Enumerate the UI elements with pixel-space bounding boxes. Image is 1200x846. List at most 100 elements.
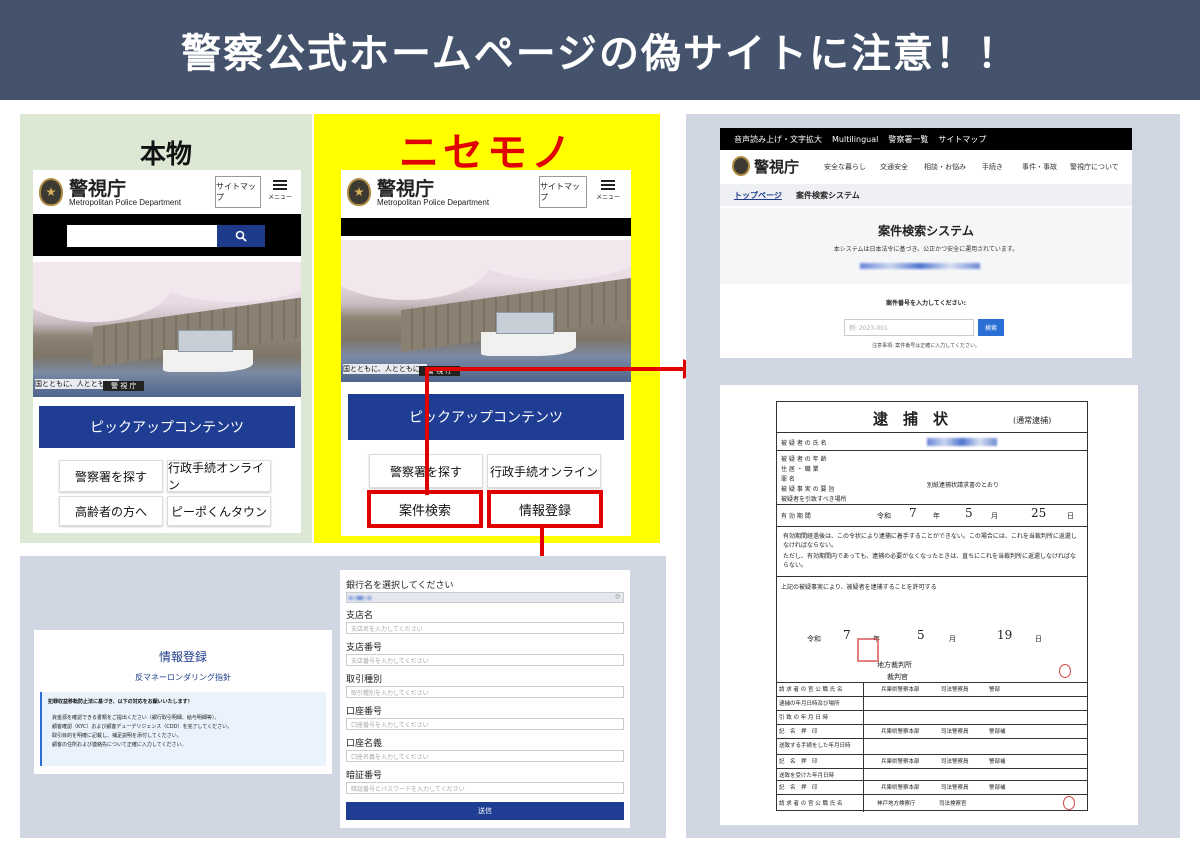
crime-detail: 別紙逮捕状請求書のとおり (927, 482, 1000, 489)
search-button[interactable] (217, 225, 265, 247)
account-holder-label: 口座名義 (346, 739, 383, 749)
seal-1-police: 兵庫県警察本部 (881, 729, 920, 735)
hero-photo: 国とともに、人とともに。 警 視 庁 (341, 240, 631, 382)
redacted-name (927, 438, 997, 446)
seal-2-police: 兵庫県警察本部 (881, 759, 920, 765)
real-site-panel: 本物 警視庁 Metropolitan Police Department サイ… (20, 114, 312, 543)
bank-select[interactable]: ◇ (346, 592, 624, 603)
notice-text: 注意事項: 案件番号は正確に入力してください。 (872, 343, 980, 349)
branch-name-input[interactable]: 支店名を入力してください (346, 622, 624, 634)
menu-button[interactable]: メニュー (267, 178, 293, 208)
issue-month-unit: 月 (949, 635, 956, 643)
branch-name-label: 支店名 (346, 611, 374, 621)
seal-2-rank: 警部補 (989, 759, 1006, 765)
site-name: 警視庁 (69, 178, 127, 200)
topnav-sitemap[interactable]: サイトマップ (938, 134, 986, 145)
bank-select-label: 銀行名を選択してください (346, 581, 454, 591)
elderly-button[interactable]: 高齢者の方へ (59, 496, 163, 526)
judge-seal-stamp (1059, 664, 1071, 678)
prosecutor-seal-stamp (1063, 796, 1075, 810)
account-number-input[interactable]: 口座番号を入力してください (346, 718, 624, 730)
photo-caption: 国とともに、人とともに。 (343, 364, 427, 374)
row-seal-3: 記 名 押 印 (779, 785, 818, 791)
breadcrumb-home[interactable]: トップページ (734, 190, 782, 201)
search-input[interactable] (67, 225, 217, 247)
search-hero: 案件検索システム 本システムは日本法令に基づき、公正かつ安全に運用されています。 (720, 208, 1132, 284)
issue-month: 5 (917, 628, 925, 642)
topnav-read-aloud[interactable]: 音声読み上げ・文字拡大 (734, 134, 822, 145)
requester-officer: 司法警察員 (941, 687, 969, 693)
requester-police: 兵庫県警察本部 (881, 687, 920, 693)
account-holder-input[interactable]: 口座名義を入力してください (346, 750, 624, 762)
transaction-type-input[interactable]: 取引種別を入力してください (346, 686, 624, 698)
fake-phone-screen: 警視庁 Metropolitan Police Department サイトマッ… (341, 170, 631, 536)
site-header: 警視庁 Metropolitan Police Department サイトマッ… (33, 170, 301, 214)
real-phone-screen: 警視庁 Metropolitan Police Department サイトマッ… (33, 170, 301, 533)
valid-year-unit: 年 (933, 512, 940, 520)
topnav-stations[interactable]: 警察署一覧 (888, 134, 928, 145)
menu-button[interactable]: メニュー (595, 178, 621, 208)
prosecutor-office: 神戸地方検察庁 (877, 801, 916, 807)
submit-button[interactable]: 送信 (346, 802, 624, 820)
pin-input[interactable]: 暗証番号とパスワードを入力してください (346, 782, 624, 794)
issue-year: 7 (843, 628, 851, 642)
row-delivery-time: 引 致 の 年 月 日 時 (779, 715, 828, 721)
nav-procedures[interactable]: 手続き (982, 162, 1003, 172)
search-icon (235, 230, 247, 242)
row-label-crime: 罪 名 (781, 476, 795, 483)
pickup-contents-button[interactable]: ピックアップコンテンツ (348, 394, 624, 440)
row-arrest-time: 逮捕の年月日時及び場所 (779, 701, 840, 707)
court-name: 地方裁判所 (877, 661, 912, 669)
warrant-table: 逮 捕 状 (通常逮捕) 被 疑 者 の 氏 名 被 疑 者 の 年 齢 住 居… (776, 401, 1088, 812)
banner-title: 警察公式ホームページの偽サイトに注意！！ (181, 31, 1019, 77)
case-search-button[interactable]: 案件検索 (367, 490, 483, 528)
case-search-submit-button[interactable]: 検索 (978, 319, 1004, 336)
pickup-contents-button[interactable]: ピックアップコンテンツ (39, 406, 295, 448)
case-number-input[interactable]: 例: 2023-001 (844, 319, 974, 336)
seal-2-officer: 司法警察員 (941, 759, 969, 765)
hero-photo: 国とともに、人とともに。 警 視 庁 (33, 262, 301, 397)
online-procedure-button[interactable]: 行政手続オンライン (487, 454, 601, 488)
site-name: 警視庁 (377, 178, 435, 200)
notice-heading: 犯罪収益移転防止法に基づき、以下の対応をお願いいたします！ (48, 699, 193, 705)
prosecutor-title: 司法検察官 (939, 801, 967, 807)
site-subtitle: Metropolitan Police Department (377, 198, 490, 207)
info-reg-subtitle: 反マネーロンダリング指針 (135, 673, 231, 682)
valid-month-unit: 月 (991, 512, 998, 520)
find-police-station-button[interactable]: 警察署を探す (59, 460, 163, 492)
info-register-screen: 情報登録 反マネーロンダリング指針 犯罪収益移転防止法に基づき、以下の対応をお願… (34, 630, 332, 774)
sitemap-button[interactable]: サイトマップ (539, 176, 587, 208)
info-register-button[interactable]: 情報登録 (487, 490, 603, 528)
branch-number-input[interactable]: 支店番号を入力してください (346, 654, 624, 666)
redacted-text (860, 263, 980, 269)
case-search-screen: 音声読み上げ・文字拡大 Multilingual 警察署一覧 サイトマップ 警視… (720, 128, 1132, 358)
sitemap-button[interactable]: サイトマップ (215, 176, 261, 208)
police-emblem-icon (732, 156, 750, 176)
nav-consult[interactable]: 相談・お悩み (924, 162, 966, 172)
notice-bullet: 資金源を確認できる書類をご提出ください（銀行取引明細、給与明細等）。 (52, 715, 220, 721)
page-description: 本システムは日本法令に基づき、公正かつ安全に運用されています。 (833, 246, 1019, 253)
court-seal-stamp (857, 638, 879, 662)
row-seal-2: 記 名 押 印 (779, 759, 818, 765)
pipo-town-button[interactable]: ピーポくんタウン (167, 496, 271, 526)
row-label-age: 被 疑 者 の 年 齢 (781, 456, 827, 463)
row-send-time: 送致する手続をした年月日時 (779, 743, 851, 749)
site-subtitle: Metropolitan Police Department (69, 198, 182, 207)
arrow-line-case-search-h (425, 367, 687, 371)
nav-traffic[interactable]: 交通安全 (880, 162, 908, 172)
photo-caption-logo: 警 視 庁 (103, 381, 145, 391)
valid-day-unit: 日 (1067, 512, 1074, 520)
nav-incidents[interactable]: 事件・事故 (1022, 162, 1057, 172)
row-prosecutor: 請 求 者 の 官 公 職 氏 名 (779, 801, 843, 807)
breadcrumb-current: 案件検索システム (796, 191, 860, 200)
topnav-multilingual[interactable]: Multilingual (832, 135, 878, 144)
valid-day: 25 (1031, 506, 1047, 520)
account-number-label: 口座番号 (346, 707, 383, 717)
online-procedure-button[interactable]: 行政手続オンライン (167, 460, 271, 492)
notice-bullet: 顧客の住所および連絡先について正確に入力してください。 (52, 742, 187, 748)
valid-period-label: 有 効 期 間 (781, 513, 811, 520)
nav-about[interactable]: 警視庁について (1070, 162, 1119, 172)
nav-safety[interactable]: 安全な暮らし (824, 162, 866, 172)
judge-label: 裁判官 (887, 673, 908, 681)
seal-1-officer: 司法警察員 (941, 729, 969, 735)
